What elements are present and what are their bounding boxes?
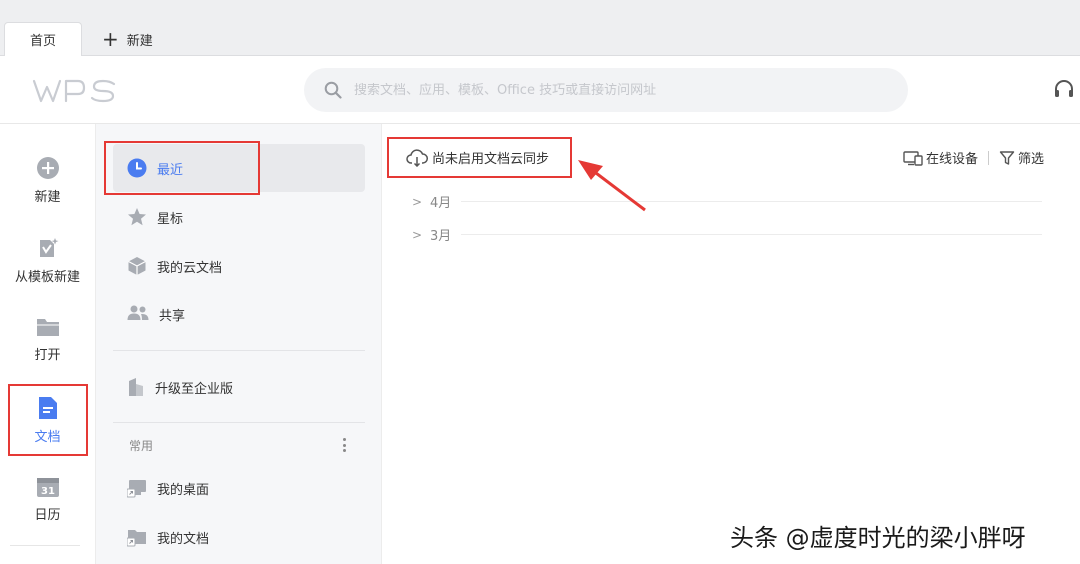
watermark: 头条 @虚度时光的梁小胖呀 [730,524,1026,552]
annotation-arrow [578,160,646,212]
